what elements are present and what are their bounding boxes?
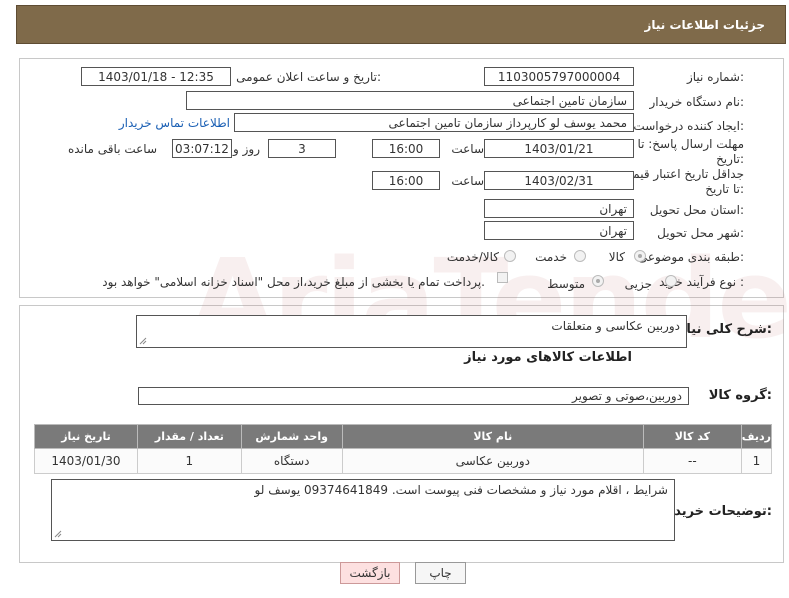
cell-unit: دستگاه: [240, 448, 343, 474]
process-option-medium: متوسط: [547, 277, 585, 291]
contact-buyer-link[interactable]: اطلاعات تماس خریدار: [119, 116, 230, 130]
buyer-notes-field: شرایط ، اقلام مورد نیاز و مشخصات فنی پیو…: [51, 479, 675, 541]
resize-grip-icon[interactable]: [139, 337, 147, 345]
category-radio-goods-service[interactable]: [504, 250, 516, 262]
reply-time-field: 16:00: [372, 139, 440, 158]
goods-table: ردیف کد کالا نام کالا واحد شمارش تعداد /…: [34, 424, 773, 474]
page-header: جزئیات اطلاعات نیاز: [16, 5, 786, 44]
requester-label: ایجاد کننده درخواست:: [633, 119, 744, 133]
cell-quantity: 1: [136, 448, 242, 474]
col-code-header: کد کالا: [642, 424, 742, 449]
resize-grip-icon[interactable]: [54, 530, 62, 538]
need-number-field: 1103005797000004: [484, 67, 634, 86]
category-radio-goods[interactable]: [634, 250, 646, 262]
goods-group-label: گروه کالا:: [708, 388, 772, 403]
page-title: جزئیات اطلاعات نیاز: [644, 17, 765, 32]
reply-deadline-label: مهلت ارسال پاسخ: تا تاریخ:: [637, 137, 744, 166]
goods-group-field: دوربین،صوتی و تصویر: [138, 387, 689, 405]
category-option-service: خدمت: [535, 250, 567, 264]
city-field: تهران: [484, 221, 634, 240]
col-quantity-header: تعداد / مقدار: [136, 424, 242, 449]
table-row: 1 -- دوربین عکاسی دستگاه 1 1403/01/30: [34, 448, 773, 474]
goods-info-title: اطلاعات کالاهای مورد نیاز: [464, 350, 632, 365]
col-unit-header: واحد شمارش: [240, 424, 343, 449]
buyer-org-label: نام دستگاه خریدار:: [649, 95, 745, 109]
need-number-label: شماره نیاز:: [686, 70, 744, 84]
cell-name: دوربین عکاسی: [341, 448, 644, 474]
category-option-goods: کالا: [608, 250, 625, 264]
requester-field: محمد یوسف لو کارپرداز سازمان تامین اجتما…: [234, 113, 634, 132]
province-label: استان محل تحویل:: [649, 203, 744, 217]
print-button[interactable]: چاپ: [415, 562, 466, 584]
category-option-goods-service: کالا/خدمت: [446, 250, 499, 264]
validity-time-label: ساعت: [451, 174, 484, 188]
buyer-notes-label: توضیحات خریدار:: [662, 504, 772, 519]
table-header-row: ردیف کد کالا نام کالا واحد شمارش تعداد /…: [34, 424, 773, 449]
validity-date-field: 1403/02/31: [484, 171, 634, 190]
process-radio-minor[interactable]: [665, 275, 677, 287]
col-name-header: نام کالا: [341, 424, 644, 449]
col-row-header: ردیف: [740, 424, 773, 449]
process-radio-medium[interactable]: [592, 275, 604, 287]
province-field: تهران: [484, 199, 634, 218]
announce-label: تاریخ و ساعت اعلان عمومی:: [236, 70, 381, 84]
category-radio-service[interactable]: [574, 250, 586, 262]
cell-date: 1403/01/30: [34, 448, 138, 474]
process-option-minor: جزیی: [624, 277, 652, 291]
col-date-header: تاریخ نیاز: [34, 424, 138, 449]
city-label: شهر محل تحویل:: [657, 226, 744, 240]
treasury-payment-checkbox[interactable]: [497, 272, 508, 283]
buyer-org-field: سازمان تامین اجتماعی: [186, 91, 634, 110]
reply-time-label: ساعت: [451, 142, 484, 156]
summary-label: شرح کلی نیاز:: [678, 322, 772, 337]
summary-field: دوربین عکاسی و متعلقات: [136, 315, 687, 348]
category-label: طبقه بندی موضوعی:: [637, 250, 744, 264]
back-button[interactable]: بازگشت: [340, 562, 400, 584]
days-label: روز و: [233, 142, 260, 156]
validity-time-field: 16:00: [372, 171, 440, 190]
treasury-payment-note: پرداخت تمام یا بخشی از مبلغ خرید،از محل …: [102, 275, 485, 289]
announce-field: 1403/01/18 - 12:35: [81, 67, 231, 86]
remaining-time-field: 03:07:12: [172, 139, 232, 158]
cell-code: --: [642, 448, 742, 474]
days-field: 3: [268, 139, 336, 158]
remaining-label: ساعت باقی مانده: [67, 142, 157, 156]
cell-row-number: 1: [740, 448, 773, 474]
reply-date-field: 1403/01/21: [484, 139, 634, 158]
